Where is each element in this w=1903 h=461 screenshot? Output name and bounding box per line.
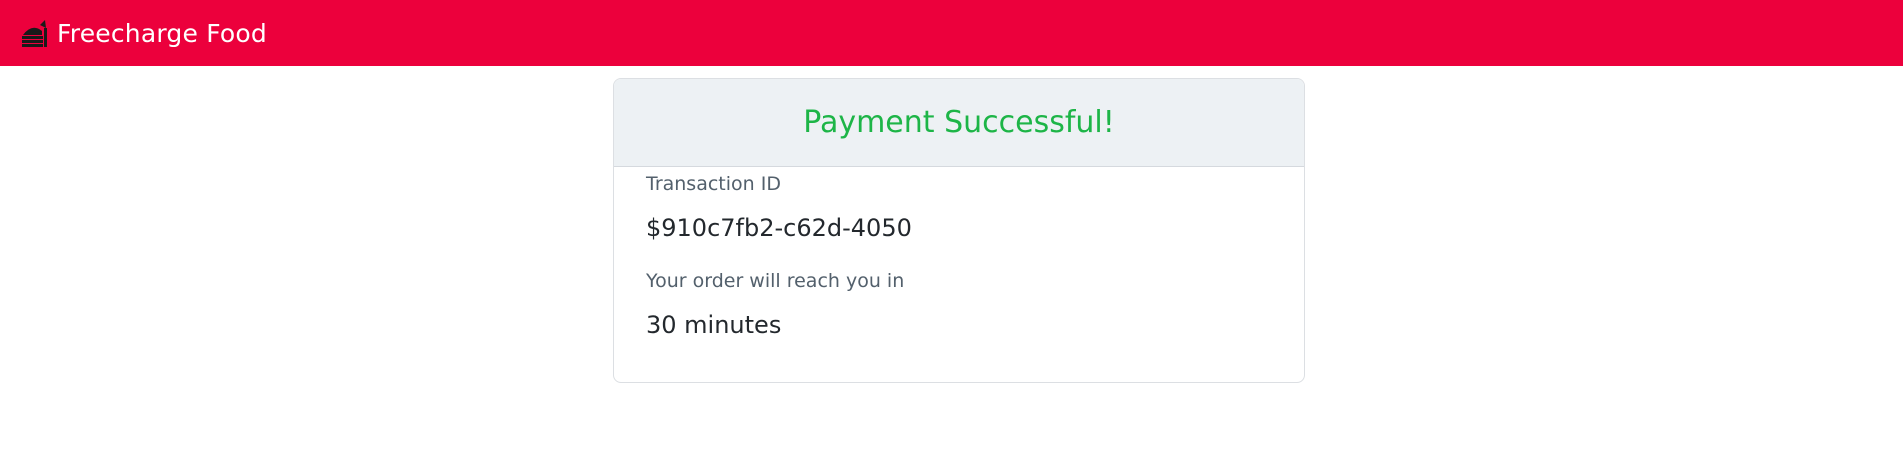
brand-name: Freecharge Food	[57, 18, 267, 48]
transaction-id-label: Transaction ID	[646, 173, 781, 195]
top-navbar: Freecharge Food	[0, 0, 1903, 66]
brand-link[interactable]: Freecharge Food	[20, 18, 267, 48]
food-plate-icon	[20, 18, 50, 48]
payment-status-title: Payment Successful!	[803, 105, 1115, 140]
payment-card: Payment Successful! Transaction ID $910c…	[613, 78, 1305, 383]
card-header: Payment Successful!	[614, 79, 1304, 167]
card-body: Transaction ID $910c7fb2-c62d-4050 Your …	[614, 167, 1304, 339]
eta-value: 30 minutes	[646, 311, 782, 339]
transaction-id-value: $910c7fb2-c62d-4050	[646, 214, 912, 242]
eta-label: Your order will reach you in	[646, 270, 905, 292]
